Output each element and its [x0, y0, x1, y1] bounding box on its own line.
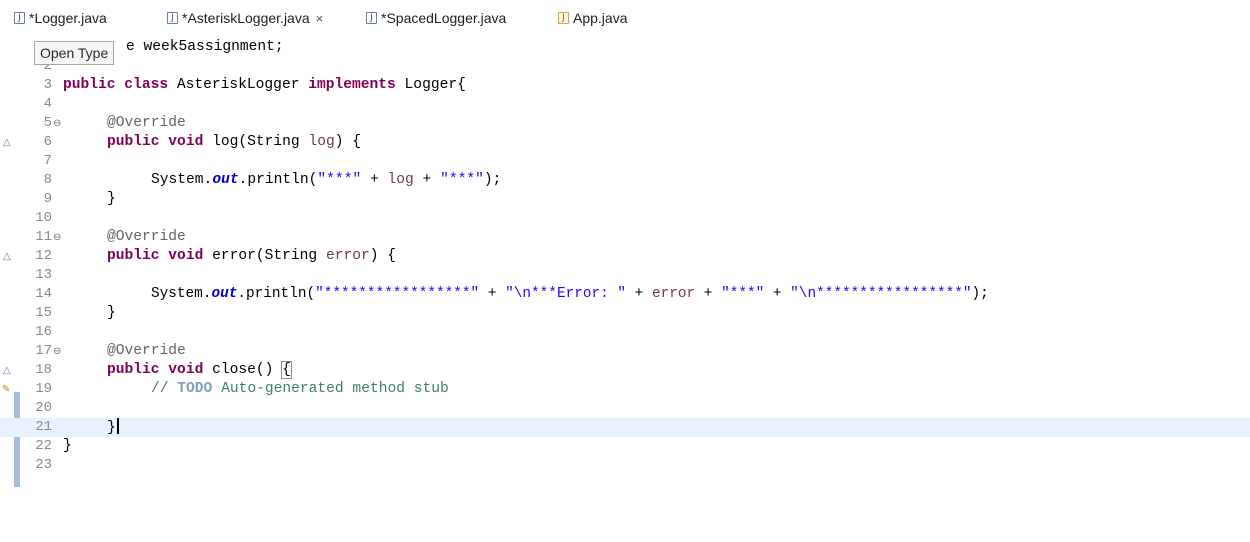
field: out — [212, 172, 239, 188]
line-number: 13 — [35, 267, 52, 283]
code-line: 15 } — [0, 304, 1250, 323]
code-line: 17 ⊖ @Override — [0, 342, 1250, 361]
parameter: log — [387, 172, 414, 188]
line-number: 7 — [43, 153, 52, 169]
text-cursor — [116, 418, 119, 434]
current-code-line: 21 } — [0, 418, 1250, 437]
line-number: 18 — [35, 362, 52, 378]
code-line: 3 public class AsteriskLogger implements… — [0, 76, 1250, 95]
line-number: 19 — [35, 381, 52, 397]
string-literal: "***" — [317, 172, 362, 188]
tab-label: *Logger.java — [29, 10, 107, 26]
task-marker-icon[interactable]: ✎ — [2, 380, 10, 399]
line-number: 16 — [35, 324, 52, 340]
keyword: public void — [107, 362, 204, 378]
code-line: 22 } — [0, 437, 1250, 456]
parameter: error — [325, 248, 370, 264]
override-marker-icon[interactable]: △ — [3, 361, 11, 380]
method-signature: error(String — [203, 248, 326, 264]
line-number: 11 — [35, 229, 52, 245]
method-signature: log(String — [203, 134, 309, 150]
line-number: 10 — [35, 210, 52, 226]
code-line: 9 } — [0, 190, 1250, 209]
keyword: public class — [63, 77, 169, 93]
matching-bracket: { — [281, 361, 292, 379]
java-file-icon: J — [14, 12, 25, 24]
code-line: e week5assignment; — [0, 38, 1250, 57]
tab-label: *SpacedLogger.java — [381, 10, 507, 26]
open-type-tooltip: Open Type — [34, 41, 115, 65]
string-literal: "\n*****************" — [790, 286, 972, 302]
close-tab-icon[interactable]: × — [316, 11, 324, 26]
collapse-fold-icon[interactable]: ⊖ — [53, 342, 61, 361]
collapse-fold-icon[interactable]: ⊖ — [53, 228, 61, 247]
comment: Auto-generated method stub — [212, 381, 449, 397]
keyword: public void — [107, 134, 204, 150]
parameter: error — [651, 286, 696, 302]
line-number: 12 — [35, 248, 52, 264]
line-number: 23 — [35, 457, 52, 473]
line-number: 22 — [35, 438, 52, 454]
line-number: 17 — [35, 343, 52, 359]
parameter: log — [308, 134, 335, 150]
string-literal: "\n***Error: " — [505, 286, 627, 302]
line-number: 14 — [35, 286, 52, 302]
line-number: 3 — [43, 77, 52, 93]
string-literal: "***" — [721, 286, 765, 302]
line-number: 9 — [43, 191, 52, 207]
line-number: 15 — [35, 305, 52, 321]
string-literal: "***" — [440, 172, 484, 188]
code-line: 14 System.out.println("*****************… — [0, 285, 1250, 304]
java-file-icon: J — [167, 12, 178, 24]
line-number: 8 — [43, 172, 52, 188]
tab-spacedlogger-java[interactable]: J *SpacedLogger.java — [366, 6, 506, 30]
java-app-file-icon: J — [558, 12, 569, 24]
interface-name: Logger{ — [395, 77, 466, 93]
tab-app-java[interactable]: J App.java — [558, 6, 627, 30]
java-file-icon: J — [366, 12, 377, 24]
code-line: △ 6 public void log(String log) { — [3, 133, 361, 152]
tab-label: App.java — [573, 10, 628, 26]
collapse-fold-icon[interactable]: ⊖ — [53, 114, 61, 133]
code-line: 11 ⊖ @Override — [0, 228, 1250, 247]
code-line: △ 18 public void close() { — [0, 361, 1250, 380]
code-line: 5 ⊖ @Override — [0, 114, 1250, 133]
code-line: △ 12 public void error(String error) { — [3, 247, 397, 266]
line-number: 5 — [43, 115, 52, 131]
class-name: AsteriskLogger — [168, 77, 309, 93]
line-number: 21 — [35, 419, 52, 435]
todo-tag: TODO — [177, 381, 213, 397]
string-literal: "*****************" — [315, 286, 480, 302]
annotation: @Override — [107, 343, 186, 359]
code-line: ✎ 19 // TODO Auto-generated method stub — [0, 380, 1250, 399]
editor-tab-bar: J *Logger.java J *AsteriskLogger.java × … — [0, 0, 1250, 34]
tab-logger-java[interactable]: J *Logger.java — [14, 6, 107, 30]
tab-label: *AsteriskLogger.java — [182, 10, 310, 26]
override-marker-icon[interactable]: △ — [3, 133, 11, 152]
package-declaration-tail: e week5assignment; — [126, 39, 284, 55]
override-marker-icon[interactable]: △ — [3, 247, 11, 266]
code-editor[interactable]: e week5assignment; 2 3 public class Aste… — [0, 34, 1250, 542]
line-number: 20 — [35, 400, 52, 416]
method-signature: close() — [203, 362, 283, 378]
line-number: 6 — [43, 134, 52, 150]
field: out — [211, 286, 238, 302]
keyword: implements — [308, 77, 396, 93]
tab-asterisklogger-java[interactable]: J *AsteriskLogger.java × — [167, 6, 323, 30]
annotation: @Override — [107, 229, 186, 245]
code-line: 8 System.out.println("***" + log + "***"… — [0, 171, 1250, 190]
line-number: 4 — [43, 96, 52, 112]
annotation: @Override — [107, 115, 186, 131]
comment: // — [151, 381, 178, 397]
keyword: public void — [107, 248, 204, 264]
